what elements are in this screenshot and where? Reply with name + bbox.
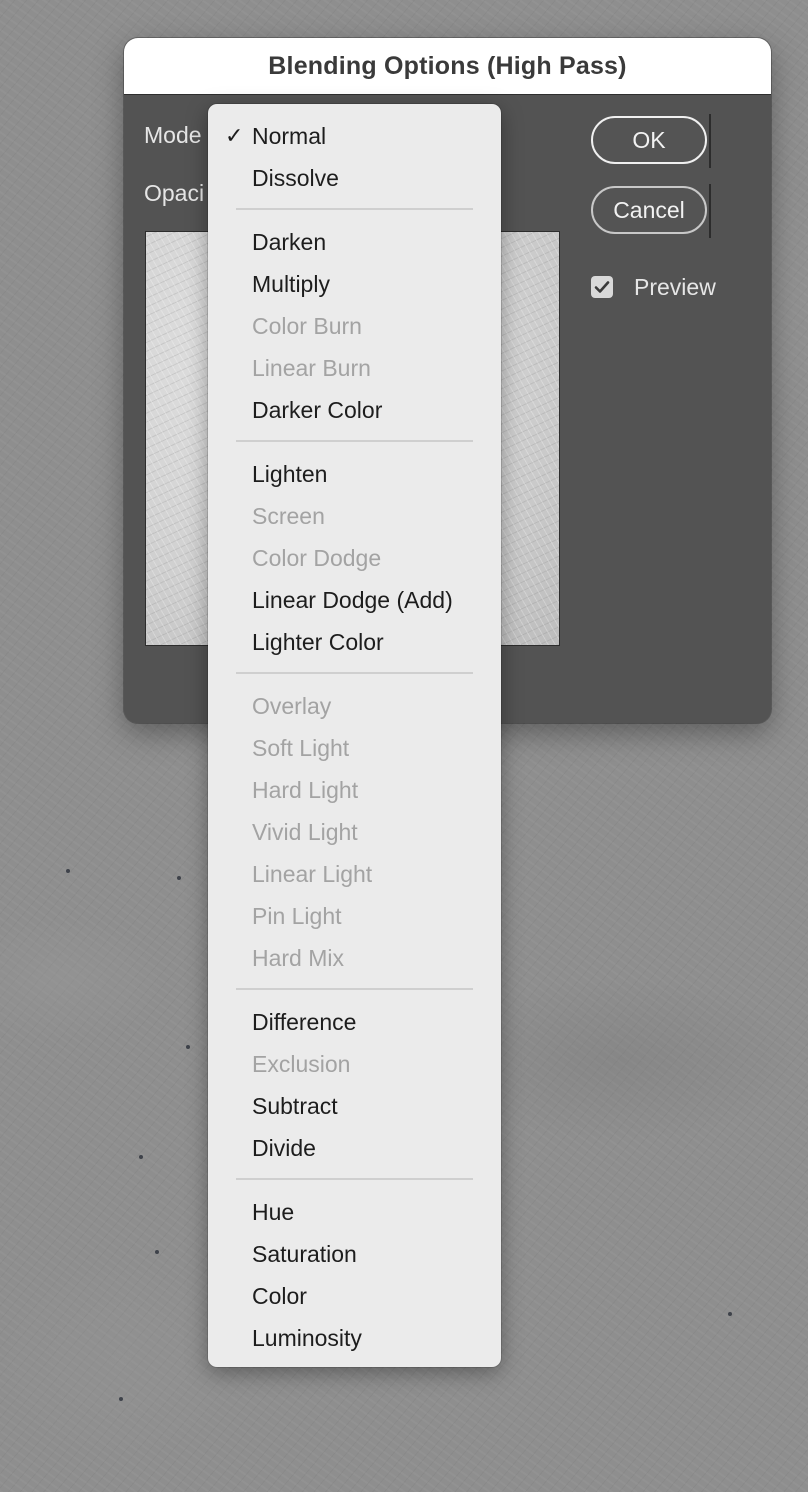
menu-item-label: Hue xyxy=(252,1199,295,1225)
preview-label[interactable]: Preview xyxy=(634,274,716,301)
opacity-label: Opaci xyxy=(144,180,205,206)
checkmark-icon xyxy=(594,281,610,293)
menu-item-label: Multiply xyxy=(252,271,330,297)
menu-item-normal[interactable]: ✓ Normal xyxy=(208,115,501,157)
checkmark-icon: ✓ xyxy=(225,123,244,148)
menu-separator xyxy=(236,440,473,442)
menu-item-lighter-color[interactable]: Lighter Color xyxy=(208,621,501,663)
menu-item-screen: Screen xyxy=(208,495,501,537)
menu-item-label: Luminosity xyxy=(252,1325,362,1351)
cancel-button-edge xyxy=(709,184,711,238)
dialog-title: Blending Options (High Pass) xyxy=(268,51,627,80)
menu-item-label: Screen xyxy=(252,503,325,529)
menu-item-label: Vivid Light xyxy=(252,819,358,845)
menu-item-linear-light: Linear Light xyxy=(208,853,501,895)
menu-item-label: Lighter Color xyxy=(252,629,384,655)
speck xyxy=(155,1250,159,1254)
menu-item-darker-color[interactable]: Darker Color xyxy=(208,389,501,431)
menu-item-label: Exclusion xyxy=(252,1051,351,1077)
menu-item-label: Divide xyxy=(252,1135,316,1161)
speck xyxy=(139,1155,143,1159)
menu-item-label: Darker Color xyxy=(252,397,383,423)
menu-item-hue[interactable]: Hue xyxy=(208,1191,501,1233)
menu-separator xyxy=(236,672,473,674)
menu-item-hard-mix: Hard Mix xyxy=(208,937,501,979)
menu-item-label: Dissolve xyxy=(252,165,339,191)
menu-item-label: Color Burn xyxy=(252,313,362,339)
menu-item-vivid-light: Vivid Light xyxy=(208,811,501,853)
menu-item-label: Linear Light xyxy=(252,861,373,887)
menu-item-soft-light: Soft Light xyxy=(208,727,501,769)
menu-item-lighten[interactable]: Lighten xyxy=(208,453,501,495)
menu-item-label: Pin Light xyxy=(252,903,342,929)
menu-item-luminosity[interactable]: Luminosity xyxy=(208,1317,501,1359)
menu-item-multiply[interactable]: Multiply xyxy=(208,263,501,305)
speck xyxy=(186,1045,190,1049)
menu-item-label: Color Dodge xyxy=(252,545,382,571)
menu-separator xyxy=(236,988,473,990)
menu-item-label: Subtract xyxy=(252,1093,338,1119)
menu-item-label: Soft Light xyxy=(252,735,350,761)
preview-checkbox[interactable] xyxy=(591,276,613,298)
blend-mode-menu: ✓ Normal Dissolve Darken Multiply Color Burn L… xyxy=(208,104,501,1367)
menu-item-exclusion: Exclusion xyxy=(208,1043,501,1085)
menu-item-label: Normal xyxy=(252,123,327,149)
menu-item-label: Color xyxy=(252,1283,307,1309)
menu-item-hard-light: Hard Light xyxy=(208,769,501,811)
menu-item-subtract[interactable]: Subtract xyxy=(208,1085,501,1127)
menu-item-label: Difference xyxy=(252,1009,357,1035)
menu-item-difference[interactable]: Difference xyxy=(208,1001,501,1043)
menu-item-label: Saturation xyxy=(252,1241,357,1267)
menu-separator xyxy=(236,208,473,210)
cancel-button[interactable]: Cancel xyxy=(591,186,707,234)
menu-item-pin-light: Pin Light xyxy=(208,895,501,937)
dialog-titlebar[interactable]: Blending Options (High Pass) xyxy=(124,38,771,95)
menu-item-linear-burn: Linear Burn xyxy=(208,347,501,389)
menu-separator xyxy=(236,1178,473,1180)
menu-item-label: Linear Dodge (Add) xyxy=(252,587,453,613)
speck xyxy=(177,876,181,880)
menu-item-label: Hard Light xyxy=(252,777,359,803)
speck xyxy=(728,1312,732,1316)
menu-item-label: Linear Burn xyxy=(252,355,371,381)
speck xyxy=(66,869,70,873)
menu-item-color[interactable]: Color xyxy=(208,1275,501,1317)
menu-item-darken[interactable]: Darken xyxy=(208,221,501,263)
menu-item-label: Lighten xyxy=(252,461,328,487)
menu-item-color-dodge: Color Dodge xyxy=(208,537,501,579)
menu-item-divide[interactable]: Divide xyxy=(208,1127,501,1169)
menu-item-label: Hard Mix xyxy=(252,945,345,971)
menu-item-linear-dodge-add[interactable]: Linear Dodge (Add) xyxy=(208,579,501,621)
menu-item-color-burn: Color Burn xyxy=(208,305,501,347)
menu-item-overlay: Overlay xyxy=(208,685,501,727)
menu-item-label: Darken xyxy=(252,229,327,255)
speck xyxy=(119,1397,123,1401)
menu-item-label: Overlay xyxy=(252,693,332,719)
ok-button[interactable]: OK xyxy=(591,116,707,164)
menu-item-saturation[interactable]: Saturation xyxy=(208,1233,501,1275)
ok-button-edge xyxy=(709,114,711,168)
mode-label: Mode xyxy=(144,122,202,148)
menu-item-dissolve[interactable]: Dissolve xyxy=(208,157,501,199)
